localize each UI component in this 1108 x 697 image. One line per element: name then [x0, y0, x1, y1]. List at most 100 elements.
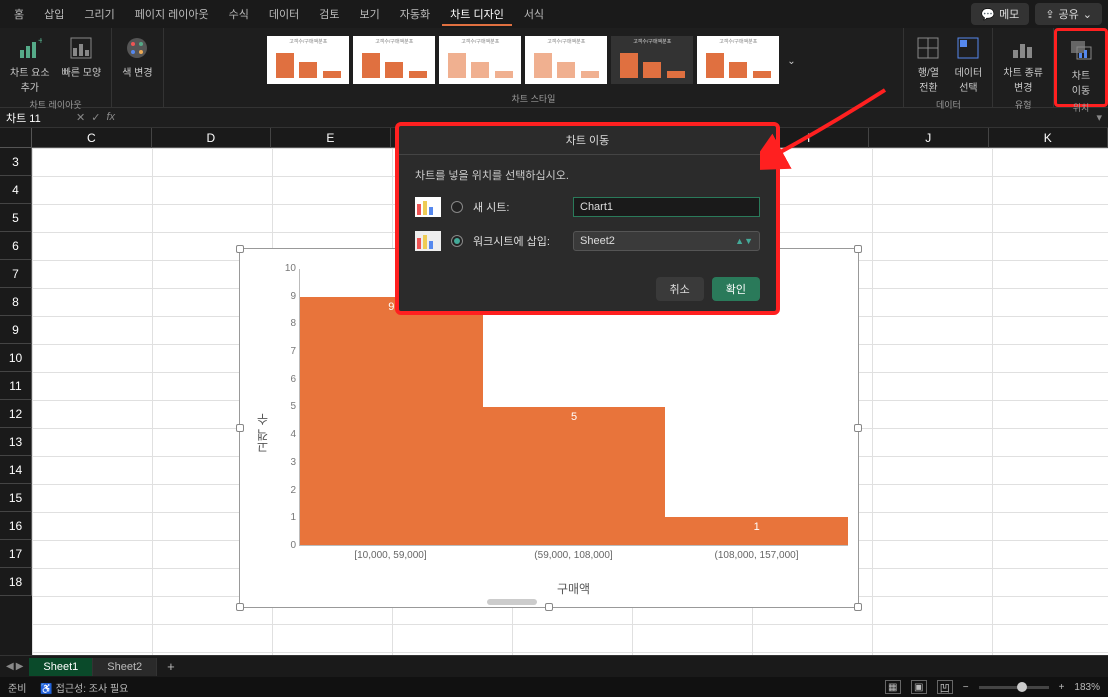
ribbon-group-location: 차트 이동 위치 — [1054, 28, 1108, 107]
col-header[interactable]: E — [271, 128, 391, 148]
share-button[interactable]: ⇪ 공유 ⌄ — [1035, 3, 1102, 25]
cancel-fx-icon[interactable]: ✕ — [76, 111, 85, 124]
row-header[interactable]: 11 — [0, 372, 32, 400]
menu-page-layout[interactable]: 페이지 레이아웃 — [127, 2, 217, 26]
zoom-out-button[interactable]: − — [963, 682, 969, 693]
row-header[interactable]: 12 — [0, 400, 32, 428]
chevron-down-icon: ⌄ — [787, 56, 795, 67]
menu-formulas[interactable]: 수식 — [221, 2, 257, 26]
row-header[interactable]: 18 — [0, 568, 32, 596]
zoom-level[interactable]: 183% — [1074, 682, 1100, 693]
page-layout-view-button[interactable]: ▣ — [911, 680, 927, 694]
row-header[interactable]: 7 — [0, 260, 32, 288]
styles-more-button[interactable]: ⌄ — [783, 54, 799, 69]
comments-label: 메모 — [999, 6, 1019, 22]
quick-layout-button[interactable]: 빠른 모양 — [58, 32, 106, 81]
chart-style-1[interactable]: 고객수/구매액분포 — [267, 36, 349, 84]
cancel-button[interactable]: 취소 — [656, 277, 704, 301]
sheet-tab-1[interactable]: Sheet1 — [29, 658, 93, 676]
new-sheet-radio[interactable] — [451, 201, 463, 213]
move-chart-icon — [1067, 37, 1095, 65]
ribbon-group-styles: 고객수/구매액분포 고객수/구매액분포 고객수/구매액분포 고객수/구매액분포 … — [164, 28, 905, 107]
accessibility-status[interactable]: ♿ 접근성: 조사 필요 — [40, 680, 128, 695]
row-header[interactable]: 9 — [0, 316, 32, 344]
menu-right: 💬 메모 ⇪ 공유 ⌄ — [971, 3, 1102, 25]
col-header[interactable]: C — [32, 128, 152, 148]
x-axis-labels: [10,000, 59,000] (59,000, 108,000] (108,… — [299, 546, 848, 576]
add-chart-element-button[interactable]: + 차트 요소 추가 — [6, 32, 54, 96]
menu-chart-design[interactable]: 차트 디자인 — [442, 2, 512, 26]
dialog-instruction: 차트를 넣을 위치를 선택하십시오. — [415, 167, 760, 183]
menu-draw[interactable]: 그리기 — [76, 2, 122, 26]
move-chart-button[interactable]: 차트 이동 — [1063, 35, 1099, 99]
col-header[interactable]: J — [869, 128, 989, 148]
chart-style-2[interactable]: 고객수/구매액분포 — [353, 36, 435, 84]
select-all-corner[interactable] — [0, 128, 32, 148]
resize-handle-sw[interactable] — [236, 603, 244, 611]
resize-handle-ne[interactable] — [854, 245, 862, 253]
change-chart-type-button[interactable]: 차트 종류 변경 — [999, 32, 1047, 96]
x-axis-title: 구매액 — [299, 580, 848, 597]
menu-automate[interactable]: 자동화 — [392, 2, 438, 26]
chart-style-3[interactable]: 고객수/구매액분포 — [439, 36, 521, 84]
row-header[interactable]: 14 — [0, 456, 32, 484]
normal-view-button[interactable]: ▦ — [885, 680, 901, 694]
resize-handle-e[interactable] — [854, 424, 862, 432]
style-title: 고객수/구매액분포 — [353, 38, 435, 45]
quick-layout-label: 빠른 모양 — [62, 64, 102, 79]
row-header[interactable]: 5 — [0, 204, 32, 232]
status-bar: 준비 ♿ 접근성: 조사 필요 ▦ ▣ 凹 − + 183% — [0, 677, 1108, 697]
row-header[interactable]: 4 — [0, 176, 32, 204]
switch-row-col-button[interactable]: 행/열 전환 — [910, 32, 946, 96]
x-label: [10,000, 59,000] — [299, 546, 482, 576]
name-box[interactable]: 차트 11 — [0, 110, 70, 126]
resize-handle-nw[interactable] — [236, 245, 244, 253]
row-header[interactable]: 15 — [0, 484, 32, 512]
menu-format[interactable]: 서식 — [516, 2, 552, 26]
row-header[interactable]: 8 — [0, 288, 32, 316]
y-tick: 6 — [276, 374, 296, 385]
confirm-fx-icon[interactable]: ✓ — [91, 111, 100, 124]
zoom-thumb[interactable] — [1017, 682, 1027, 692]
col-header[interactable]: D — [152, 128, 272, 148]
data-group-label: 데이터 — [936, 98, 961, 111]
row-header[interactable]: 3 — [0, 148, 32, 176]
object-in-select[interactable]: Sheet2 ▲▼ — [573, 231, 760, 251]
col-header[interactable]: K — [989, 128, 1108, 148]
menu-view[interactable]: 보기 — [352, 2, 388, 26]
y-tick: 9 — [276, 291, 296, 302]
row-header[interactable]: 13 — [0, 428, 32, 456]
add-sheet-button[interactable]: + — [157, 659, 185, 674]
chart-style-4[interactable]: 고객수/구매액분포 — [525, 36, 607, 84]
row-header[interactable]: 16 — [0, 512, 32, 540]
sheet-tab-2[interactable]: Sheet2 — [93, 658, 157, 676]
style-title: 고객수/구매액분포 — [611, 38, 693, 45]
change-colors-button[interactable]: 색 변경 — [118, 32, 156, 81]
zoom-slider[interactable] — [979, 686, 1049, 689]
chart-style-6[interactable]: 고객수/구매액분포 — [697, 36, 779, 84]
menu-review[interactable]: 검토 — [311, 2, 347, 26]
resize-handle-se[interactable] — [854, 603, 862, 611]
row-header[interactable]: 17 — [0, 540, 32, 568]
resize-handle-s[interactable] — [545, 603, 553, 611]
fx-icon[interactable]: fx — [106, 111, 115, 124]
change-colors-label: 색 변경 — [122, 64, 152, 79]
menu-insert[interactable]: 삽입 — [36, 2, 72, 26]
chart-style-5[interactable]: 고객수/구매액분포 — [611, 36, 693, 84]
fx-expand-icon[interactable]: ▾ — [1090, 111, 1108, 124]
tab-last-icon[interactable]: ▶ — [16, 661, 24, 672]
row-header[interactable]: 6 — [0, 232, 32, 260]
menu-home[interactable]: 홈 — [6, 2, 32, 26]
chart-scroll-handle[interactable] — [487, 599, 537, 605]
new-sheet-input[interactable] — [573, 197, 760, 217]
select-data-button[interactable]: 데이터 선택 — [950, 32, 986, 96]
page-break-view-button[interactable]: 凹 — [937, 680, 953, 694]
menu-data[interactable]: 데이터 — [261, 2, 307, 26]
object-in-radio[interactable] — [451, 235, 463, 247]
ok-button[interactable]: 확인 — [712, 277, 760, 301]
row-header[interactable]: 10 — [0, 344, 32, 372]
resize-handle-w[interactable] — [236, 424, 244, 432]
comments-button[interactable]: 💬 메모 — [971, 3, 1029, 25]
tab-first-icon[interactable]: ◀ — [6, 661, 14, 672]
zoom-in-button[interactable]: + — [1059, 682, 1065, 693]
